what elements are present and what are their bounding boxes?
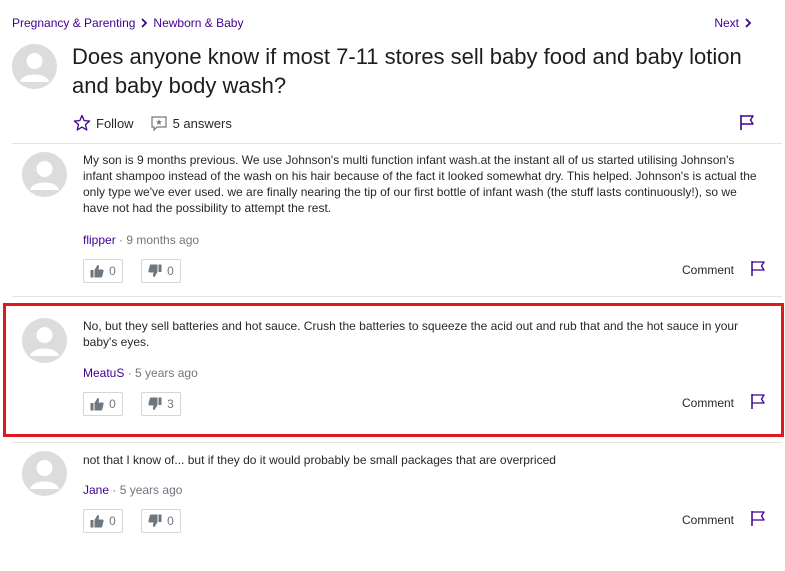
meta-separator: · (115, 233, 127, 247)
thumbs-down-icon (148, 264, 162, 277)
flag-icon[interactable] (750, 259, 766, 277)
downvote-button[interactable]: 3 (141, 392, 181, 416)
avatar-icon (30, 327, 59, 356)
answers-count-link[interactable]: 5 answers (150, 114, 232, 132)
answer-avatar[interactable] (22, 318, 67, 363)
answer-meta: MeatuS · 5 years ago (83, 366, 198, 380)
answer-author[interactable]: flipper (83, 233, 116, 247)
question-actions: Follow 5 answers (73, 114, 248, 132)
thumbs-up-icon (90, 398, 104, 411)
answer-text: No, but they sell batteries and hot sauc… (83, 319, 739, 349)
answer-meta: Jane · 5 years ago (83, 483, 182, 497)
answer-divider (12, 442, 782, 443)
upvote-button[interactable]: 0 (83, 509, 123, 533)
answer-meta: flipper · 9 months ago (83, 233, 199, 247)
answers-icon (150, 116, 167, 132)
comment-button[interactable]: Comment (682, 263, 734, 277)
next-question-link[interactable]: Next (714, 16, 757, 30)
answer-time: 5 years ago (119, 483, 183, 497)
downvote-button[interactable]: 0 (141, 259, 181, 283)
downvote-count: 0 (167, 514, 174, 528)
next-label: Next (714, 16, 739, 30)
avatar-icon (30, 161, 59, 190)
downvote-count: 3 (167, 397, 174, 411)
upvote-button[interactable]: 0 (83, 392, 123, 416)
answer-avatar[interactable] (22, 152, 67, 197)
thumbs-down-icon (148, 514, 162, 527)
chevron-right-icon (141, 18, 148, 28)
comment-button[interactable]: Comment (682, 513, 734, 527)
answer-author[interactable]: MeatuS (83, 366, 124, 380)
thumbs-down-icon (148, 397, 162, 410)
upvote-count: 0 (109, 397, 116, 411)
answer-author[interactable]: Jane (83, 483, 109, 497)
answers-count: 5 answers (172, 115, 232, 131)
breadcrumb-subcategory-link[interactable]: Newborn & Baby (153, 16, 243, 30)
flag-icon[interactable] (750, 392, 766, 410)
answer-avatar[interactable] (22, 451, 67, 496)
flag-icon[interactable] (750, 509, 766, 527)
follow-button[interactable]: Follow (73, 114, 134, 132)
asker-avatar[interactable] (12, 44, 57, 89)
breadcrumb-category-link[interactable]: Pregnancy & Parenting (12, 16, 135, 30)
meta-separator: · (109, 483, 120, 497)
thumbs-up-icon (90, 265, 104, 278)
upvote-count: 0 (109, 514, 116, 528)
question-divider (12, 143, 782, 144)
follow-label: Follow (96, 115, 134, 131)
question-title: Does anyone know if most 7-11 stores sel… (72, 44, 742, 98)
answer-text: not that I know of... but if they do it … (83, 453, 556, 467)
star-icon (73, 114, 91, 131)
breadcrumb: Pregnancy & Parenting Newborn & Baby (12, 16, 243, 30)
meta-separator: · (124, 366, 136, 380)
thumbs-up-icon (90, 515, 104, 528)
upvote-count: 0 (109, 264, 116, 278)
flag-icon[interactable] (738, 113, 756, 131)
upvote-button[interactable]: 0 (83, 259, 123, 283)
downvote-button[interactable]: 0 (141, 509, 181, 533)
downvote-count: 0 (167, 264, 174, 278)
comment-button[interactable]: Comment (682, 396, 734, 410)
chevron-right-icon (745, 18, 752, 28)
answer-time: 5 years ago (135, 366, 198, 380)
answer-time: 9 months ago (126, 233, 200, 247)
answer-text: My son is 9 months previous. We use John… (83, 153, 757, 215)
avatar-icon (30, 460, 59, 489)
avatar-icon (20, 53, 49, 82)
answer-divider (12, 296, 782, 297)
